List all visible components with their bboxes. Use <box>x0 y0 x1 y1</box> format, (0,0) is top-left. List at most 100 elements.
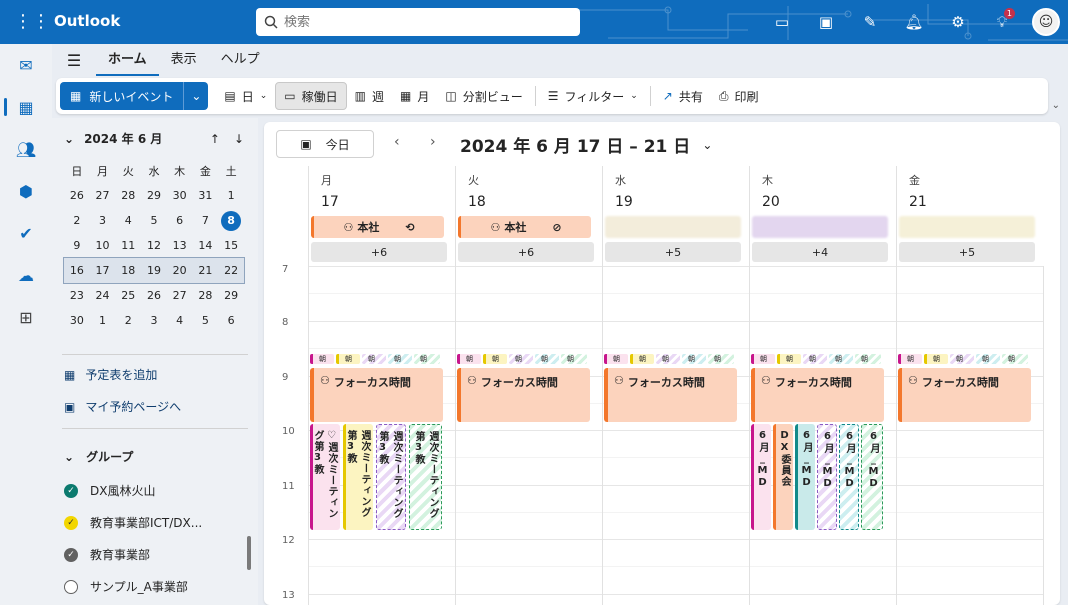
short-event[interactable]: 朝 <box>708 354 734 364</box>
mini-day[interactable]: 25 <box>115 283 141 308</box>
mini-day[interactable]: 1 <box>218 183 244 208</box>
allday-event-blurred[interactable] <box>899 216 1035 238</box>
share-button[interactable]: ↗ 共有 <box>655 82 711 110</box>
mini-day[interactable]: 3 <box>90 208 116 233</box>
date-range-picker[interactable]: 2024 年 6 月 17 日 – 21 日 ⌄ <box>460 132 712 157</box>
short-event[interactable]: 朝 <box>414 354 440 364</box>
short-event[interactable]: 朝 <box>898 354 922 364</box>
short-event[interactable]: 朝 <box>976 354 1000 364</box>
teams-icon[interactable]: ⬢ <box>0 170 52 212</box>
print-button[interactable]: ⎙ 印刷 <box>711 82 767 110</box>
meeting-event[interactable]: 6月_MD <box>817 424 837 530</box>
meeting-event[interactable]: DX委員会 <box>773 424 793 530</box>
short-event[interactable]: 朝 <box>336 354 360 364</box>
mini-calendar-title[interactable]: 2024 年 6 月 <box>84 130 162 147</box>
short-event[interactable]: 朝 <box>855 354 881 364</box>
gear-icon[interactable]: ⚙ <box>936 0 980 44</box>
next-week-icon[interactable]: › <box>430 134 436 150</box>
onedrive-icon[interactable]: ☁ <box>0 254 52 296</box>
booking-page-link[interactable]: ▣ マイ予約ページへ <box>64 398 181 415</box>
focus-time-event[interactable]: ⚇ フォーカス時間 <box>898 368 1031 422</box>
mini-day[interactable]: 10 <box>90 233 116 258</box>
mini-day[interactable]: 5 <box>193 308 219 333</box>
mini-day[interactable]: 9 <box>64 233 90 258</box>
allday-event-blurred[interactable] <box>605 216 741 238</box>
meeting-event[interactable]: 6月_MD <box>795 424 815 530</box>
mini-day[interactable]: 24 <box>90 283 116 308</box>
onenote-icon[interactable]: ▣ <box>804 0 848 44</box>
mini-day[interactable]: 6 <box>218 308 244 333</box>
today-button[interactable]: ▣ 今日 <box>276 130 374 158</box>
day-date[interactable]: 19 <box>615 194 633 210</box>
teams-chat-icon[interactable]: ▭ <box>760 0 804 44</box>
group-item[interactable]: ✓ 教育事業部ICT/DX... <box>64 514 202 531</box>
short-event[interactable]: 朝 <box>1002 354 1028 364</box>
more-events-button[interactable]: +6 <box>458 242 594 262</box>
group-item[interactable]: ✓ DX風林火山 <box>64 482 155 499</box>
short-event[interactable]: 朝 <box>310 354 334 364</box>
more-events-button[interactable]: +5 <box>605 242 741 262</box>
short-event[interactable]: 朝 <box>751 354 775 364</box>
sidebar-scrollbar[interactable] <box>247 536 251 570</box>
tips-icon[interactable]: 💡︎ 1 <box>980 0 1024 44</box>
mini-day[interactable]: 7 <box>193 208 219 233</box>
short-event[interactable]: 朝 <box>630 354 654 364</box>
short-event[interactable]: 朝 <box>803 354 827 364</box>
tab-view[interactable]: 表示 <box>159 44 209 76</box>
short-event[interactable]: 朝 <box>656 354 680 364</box>
todo-icon[interactable]: ✔ <box>0 212 52 254</box>
profile-button[interactable]: ☺ <box>1024 0 1068 44</box>
search-input[interactable] <box>284 14 564 30</box>
focus-time-event[interactable]: ⚇ フォーカス時間 <box>310 368 443 422</box>
focus-time-event[interactable]: ⚇ フォーカス時間 <box>751 368 884 422</box>
mini-day[interactable]: 21 <box>193 258 219 283</box>
ribbon-expand-icon[interactable]: ⌄ <box>1052 100 1060 111</box>
more-apps-icon[interactable]: ⊞ <box>0 296 52 338</box>
tab-home[interactable]: ホーム <box>96 44 159 76</box>
mini-day[interactable]: 6 <box>167 208 193 233</box>
day-date[interactable]: 18 <box>468 194 486 210</box>
mini-day[interactable]: 23 <box>64 283 90 308</box>
mini-day[interactable]: 30 <box>64 308 90 333</box>
app-title[interactable]: Outlook <box>54 12 120 30</box>
hamburger-icon[interactable]: ☰ <box>52 51 96 70</box>
short-event[interactable]: 朝 <box>604 354 628 364</box>
group-item[interactable]: ✓ 教育事業部 <box>64 546 150 563</box>
allday-event[interactable]: ⚇ 本社 ⟲ <box>311 216 444 238</box>
more-events-button[interactable]: +6 <box>311 242 447 262</box>
mini-day[interactable]: 30 <box>167 183 193 208</box>
mini-day[interactable]: 28 <box>193 283 219 308</box>
short-event[interactable]: 朝 <box>950 354 974 364</box>
mini-day[interactable]: 2 <box>64 208 90 233</box>
day-date[interactable]: 17 <box>321 194 339 210</box>
calendar-icon[interactable]: ▦ <box>0 86 52 128</box>
meeting-event[interactable]: 6月_MD <box>839 424 859 530</box>
mini-day[interactable]: 22 <box>218 258 244 283</box>
mini-day[interactable]: 4 <box>115 208 141 233</box>
arrow-down-icon[interactable]: ↓ <box>234 132 244 146</box>
short-event[interactable]: 朝 <box>777 354 801 364</box>
meeting-event[interactable]: 週次ミーティング第3教 <box>376 424 406 530</box>
short-event[interactable]: 朝 <box>829 354 853 364</box>
short-event[interactable]: 朝 <box>509 354 533 364</box>
more-events-button[interactable]: +5 <box>899 242 1035 262</box>
filter-button[interactable]: ☰ フィルター ⌄ <box>540 82 646 110</box>
allday-event-blurred[interactable] <box>752 216 888 238</box>
mini-day[interactable]: 31 <box>193 183 219 208</box>
split-view-button[interactable]: ◫ 分割ビュー <box>437 82 530 110</box>
mini-day[interactable]: 1 <box>90 308 116 333</box>
previous-week-icon[interactable]: ‹ <box>394 134 400 150</box>
meeting-event[interactable]: 6月_MD <box>751 424 771 530</box>
short-event[interactable]: 朝 <box>682 354 706 364</box>
month-view-button[interactable]: ▦ 月 <box>392 82 437 110</box>
mini-day[interactable]: 28 <box>115 183 141 208</box>
mini-day[interactable]: 12 <box>141 233 167 258</box>
meeting-event[interactable]: 週次ミーティング第3教 <box>343 424 373 530</box>
bell-icon[interactable]: 🔔︎ <box>892 0 936 44</box>
mini-day[interactable]: 27 <box>90 183 116 208</box>
meeting-event[interactable]: 週次ミーティング第3教 <box>409 424 442 530</box>
mini-day[interactable]: 14 <box>193 233 219 258</box>
mini-day[interactable]: 16 <box>64 258 90 283</box>
arrow-up-icon[interactable]: ↑ <box>210 132 220 146</box>
mini-day[interactable]: 13 <box>167 233 193 258</box>
